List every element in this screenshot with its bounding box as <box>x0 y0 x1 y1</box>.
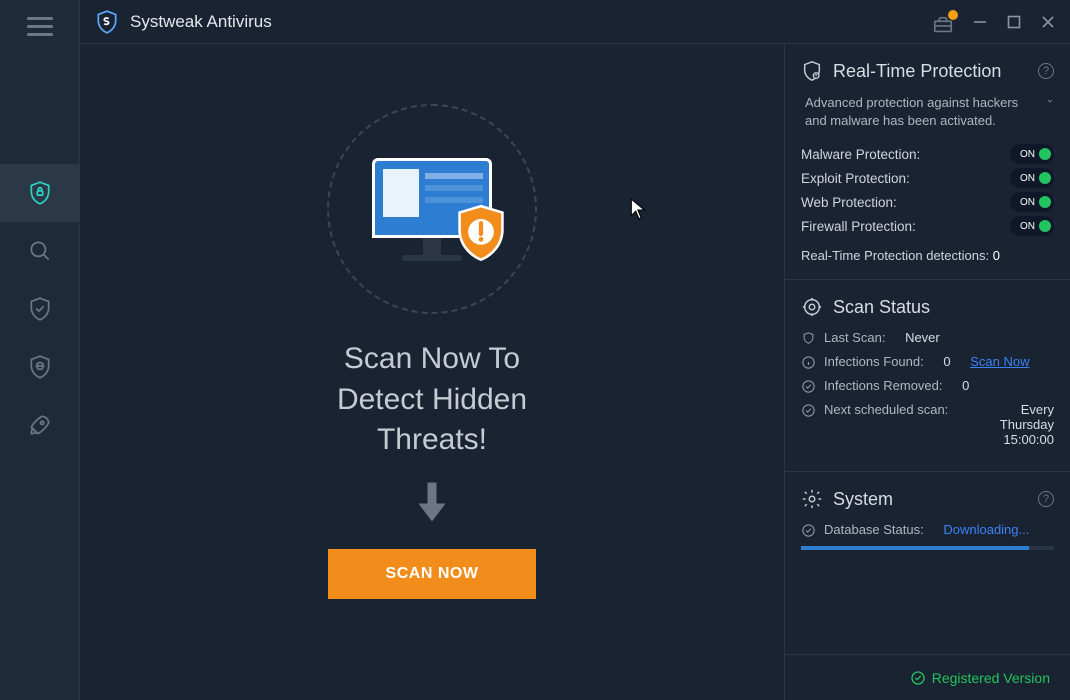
toolbox-icon[interactable] <box>932 14 954 30</box>
system-section: System ? Database Status: Downloading... <box>785 472 1070 558</box>
realtime-protection-section: Real-Time Protection ? Advanced protecti… <box>785 44 1070 280</box>
infections-found-row: Infections Found: 0 Scan Now <box>801 354 1054 370</box>
right-panel: Real-Time Protection ? Advanced protecti… <box>784 44 1070 700</box>
malware-protection-row: Malware Protection: ON <box>801 144 1054 164</box>
last-scan-row: Last Scan: Never <box>801 330 1054 346</box>
nav-web[interactable] <box>0 338 80 396</box>
rtp-detections: Real-Time Protection detections: 0 <box>801 248 1054 263</box>
sidebar <box>0 0 80 700</box>
app-title: Systweak Antivirus <box>130 12 272 32</box>
exploit-protection-toggle[interactable]: ON <box>1010 168 1054 188</box>
database-status-row: Database Status: Downloading... <box>801 522 1054 538</box>
nav-protection[interactable] <box>0 164 80 222</box>
web-protection-toggle[interactable]: ON <box>1010 192 1054 212</box>
target-icon <box>801 296 823 318</box>
arrow-down-icon <box>414 479 450 525</box>
check-circle-icon <box>910 670 926 686</box>
firewall-protection-row: Firewall Protection: ON <box>801 216 1054 236</box>
shield-lock-icon <box>27 180 53 206</box>
maximize-button[interactable] <box>1006 14 1022 30</box>
firewall-protection-toggle[interactable]: ON <box>1010 216 1054 236</box>
footer: Registered Version <box>785 654 1070 700</box>
expand-chevron-icon[interactable] <box>1046 94 1054 108</box>
scan-now-link[interactable]: Scan Now <box>970 354 1029 369</box>
malware-protection-toggle[interactable]: ON <box>1010 144 1054 164</box>
next-scan-row: Next scheduled scan: Every Thursday 15:0… <box>801 402 1054 447</box>
scan-now-button[interactable]: SCAN NOW <box>328 549 537 599</box>
system-title: System <box>833 489 893 510</box>
scan-headline: Scan Now To Detect Hidden Threats! <box>337 339 527 461</box>
main-panel: Scan Now To Detect Hidden Threats! SCAN … <box>80 44 784 700</box>
app-logo-icon <box>94 9 120 35</box>
rtp-description: Advanced protection against hackers and … <box>805 94 1038 130</box>
nav-scan[interactable] <box>0 222 80 280</box>
titlebar: Systweak Antivirus <box>80 0 1070 44</box>
shield-small-icon <box>801 331 816 346</box>
magnifier-icon <box>27 238 53 264</box>
shield-check-icon <box>27 296 53 322</box>
scan-illustration <box>307 99 557 319</box>
close-button[interactable] <box>1040 14 1056 30</box>
nav-optimize[interactable] <box>0 396 80 454</box>
notification-badge <box>948 10 958 20</box>
rocket-icon <box>27 412 53 438</box>
database-progress <box>801 546 1054 550</box>
scan-status-title: Scan Status <box>833 297 930 318</box>
minimize-button[interactable] <box>972 14 988 30</box>
gear-icon <box>801 488 823 510</box>
shield-info-icon <box>801 60 823 82</box>
infections-removed-row: Infections Removed: 0 <box>801 378 1054 394</box>
nav-quarantine[interactable] <box>0 280 80 338</box>
check-circle-icon <box>801 523 816 538</box>
system-help-button[interactable]: ? <box>1038 491 1054 507</box>
rtp-title: Real-Time Protection <box>833 61 1001 82</box>
hamburger-menu-button[interactable] <box>8 8 72 44</box>
info-icon <box>801 355 816 370</box>
scan-status-section: Scan Status Last Scan: Never Infections … <box>785 280 1070 472</box>
check-circle-icon <box>801 403 816 418</box>
registered-version-label: Registered Version <box>932 670 1050 686</box>
rtp-help-button[interactable]: ? <box>1038 63 1054 79</box>
database-status-value: Downloading... <box>943 522 1029 537</box>
check-circle-icon <box>801 379 816 394</box>
web-protection-row: Web Protection: ON <box>801 192 1054 212</box>
warning-shield-icon <box>455 204 507 264</box>
shield-e-icon <box>27 354 53 380</box>
exploit-protection-row: Exploit Protection: ON <box>801 168 1054 188</box>
